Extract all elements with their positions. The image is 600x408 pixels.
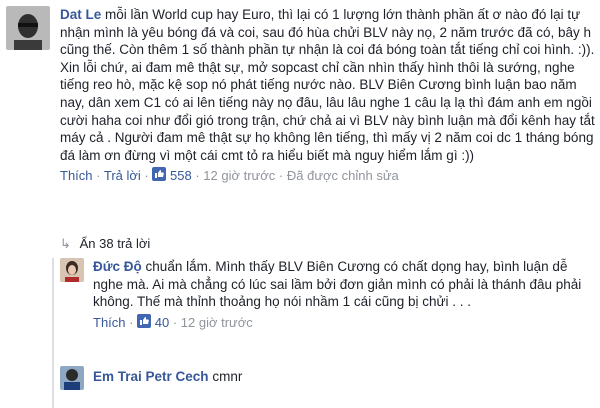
- like-thumb-icon: [137, 313, 152, 333]
- reply-author[interactable]: Đức Độ: [93, 259, 142, 274]
- reply-author[interactable]: Em Trai Petr Cech: [93, 369, 209, 384]
- reply-like-button[interactable]: Thích: [93, 315, 126, 330]
- reply-thread-line: [52, 258, 54, 408]
- comment-text: mỗi lần World cup hay Euro, thì lại có 1…: [60, 7, 595, 163]
- comment-time[interactable]: 12 giờ trước: [203, 168, 275, 183]
- like-count[interactable]: 558: [170, 168, 192, 183]
- reply-time[interactable]: 12 giờ trước: [181, 315, 253, 330]
- avatar-dat-le[interactable]: [6, 6, 50, 50]
- comment-dat-le: Dat Le mỗi lần World cup hay Euro, thì l…: [60, 6, 596, 186]
- reply-em-trai-petr-cech: Em Trai Petr Cech cmnr: [93, 368, 593, 386]
- avatar-em-trai-petr-cech[interactable]: [60, 366, 84, 390]
- comment-author[interactable]: Dat Le: [60, 7, 101, 22]
- edited-label[interactable]: Đã được chỉnh sửa: [287, 168, 399, 183]
- reply-text: chuẩn lắm. Mình thấy BLV Biên Cương có c…: [93, 259, 582, 310]
- comment-actions: Thích · Trả lời · 558 · 12 giờ trước · Đ…: [60, 167, 596, 186]
- hide-replies-label: Ẩn 38 trả lời: [79, 236, 151, 251]
- like-button[interactable]: Thích: [60, 168, 93, 183]
- reply-like-count[interactable]: 40: [155, 315, 169, 330]
- reply-arrow-icon: ↳: [60, 236, 71, 251]
- avatar-duc-do[interactable]: [60, 258, 84, 282]
- hide-replies-link[interactable]: ↳ Ẩn 38 trả lời: [60, 236, 150, 252]
- reply-button[interactable]: Trả lời: [104, 168, 141, 183]
- reply-duc-do: Đức Độ chuẩn lắm. Mình thấy BLV Biên Cươ…: [93, 258, 593, 333]
- like-thumb-icon: [152, 167, 167, 186]
- reply-actions: Thích · 40 · 12 giờ trước: [93, 313, 593, 333]
- reply-text: cmnr: [212, 369, 243, 384]
